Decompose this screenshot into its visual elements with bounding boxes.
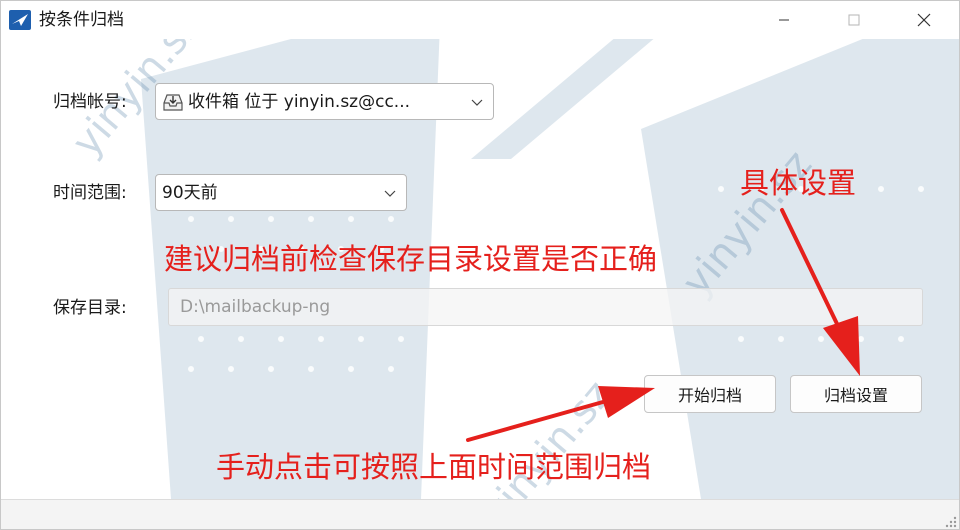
save-dir-label: 保存目录: <box>53 298 127 318</box>
maximize-button[interactable] <box>831 1 877 39</box>
save-dir-field: D:\mailbackup-ng <box>168 288 923 326</box>
account-select[interactable]: 收件箱 位于 yinyin.sz@cc... <box>155 83 494 120</box>
watermark-dots <box>178 186 924 372</box>
archive-settings-button[interactable]: 归档设置 <box>790 375 922 413</box>
close-button[interactable] <box>901 1 947 39</box>
annotation-detail-settings: 具体设置 <box>740 166 857 200</box>
save-dir-value: D:\mailbackup-ng <box>180 297 331 317</box>
start-archive-button[interactable]: 开始归档 <box>644 375 776 413</box>
chevron-down-icon <box>384 190 396 197</box>
range-select[interactable]: 90天前 <box>155 174 407 211</box>
minimize-button[interactable] <box>761 1 807 39</box>
annotation-check-dir: 建议归档前检查保存目录设置是否正确 <box>164 242 658 276</box>
resize-grip-icon[interactable] <box>943 514 957 528</box>
close-icon <box>917 13 931 27</box>
window-title: 按条件归档 <box>39 10 124 30</box>
annotation-manual-archive: 手动点击可按照上面时间范围归档 <box>216 450 652 484</box>
account-select-value: 收件箱 位于 yinyin.sz@cc... <box>188 92 411 112</box>
status-bar <box>1 499 959 529</box>
range-select-value: 90天前 <box>162 183 218 203</box>
minimize-icon <box>779 19 789 21</box>
app-logo-icon <box>9 10 31 30</box>
chevron-down-icon <box>471 99 483 106</box>
title-bar[interactable]: 按条件归档 <box>1 1 959 39</box>
inbox-download-icon <box>163 94 183 111</box>
maximize-icon <box>848 14 860 26</box>
account-label: 归档帐号: <box>53 92 127 112</box>
range-label: 时间范围: <box>53 183 127 203</box>
